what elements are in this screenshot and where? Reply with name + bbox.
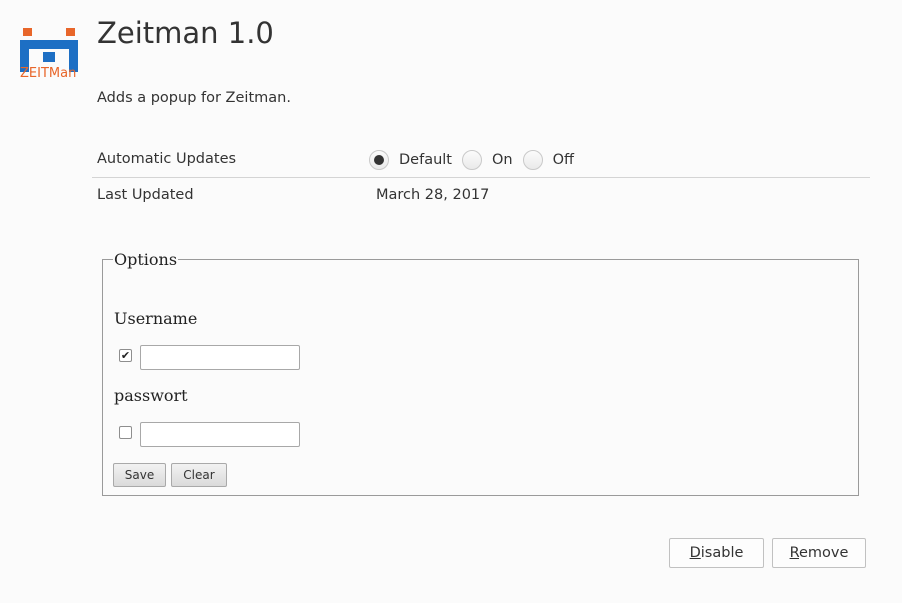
disable-button[interactable]: Disable <box>669 538 764 568</box>
radio-label-off: Off <box>552 152 574 168</box>
addon-description: Adds a popup for Zeitman. <box>97 90 291 106</box>
automatic-updates-label: Automatic Updates <box>97 151 237 167</box>
disable-button-label: Disable <box>689 545 744 561</box>
details-divider <box>92 177 870 178</box>
radio-off[interactable] <box>522 150 543 170</box>
password-input[interactable] <box>140 422 300 447</box>
username-checkbox[interactable]: ✔ <box>119 349 132 362</box>
options-legend: Options <box>114 250 178 269</box>
remove-button[interactable]: Remove <box>772 538 866 568</box>
options-fieldset: Options Username ✔ passwort Save Clear <box>102 250 859 496</box>
radio-option-off[interactable]: Off <box>522 150 574 170</box>
radio-option-default[interactable]: Default <box>369 150 452 170</box>
remove-button-label: Remove <box>789 545 849 561</box>
clear-button[interactable]: Clear <box>171 463 227 487</box>
radio-option-on[interactable]: On <box>461 150 513 170</box>
password-checkbox[interactable] <box>119 426 132 439</box>
radio-default[interactable] <box>369 150 389 170</box>
last-updated-label: Last Updated <box>97 187 194 203</box>
radio-on[interactable] <box>461 150 482 170</box>
save-button[interactable]: Save <box>113 463 166 487</box>
last-updated-value: March 28, 2017 <box>376 187 490 203</box>
username-label: Username <box>114 309 198 328</box>
logo-text: ZEITMan <box>20 66 77 81</box>
automatic-updates-radio-group: Default On Off <box>369 147 584 173</box>
addon-title: Zeitman 1.0 <box>97 16 274 50</box>
username-input[interactable] <box>140 345 300 370</box>
password-label: passwort <box>114 386 188 405</box>
radio-label-default: Default <box>399 152 452 168</box>
radio-label-on: On <box>491 152 513 168</box>
